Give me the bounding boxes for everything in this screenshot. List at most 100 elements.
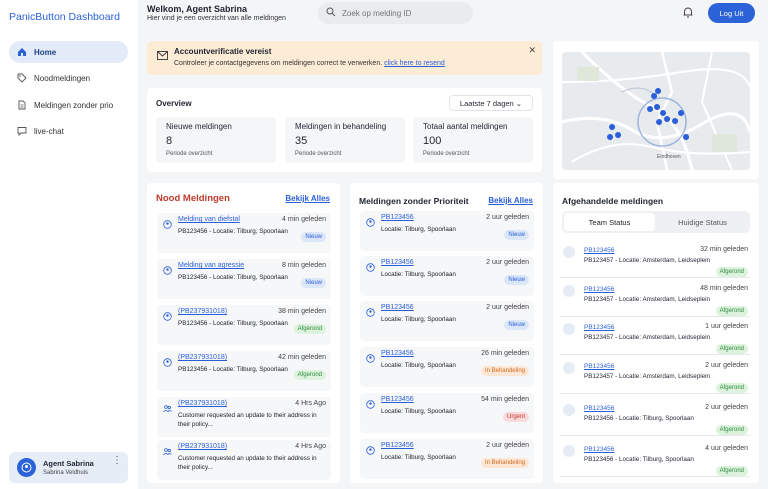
tab-team-status[interactable]: Team Status [564,213,655,231]
resend-link[interactable]: click here to resend [384,60,445,67]
stat-sub: Periode overzicht [295,151,342,157]
item-link[interactable]: PB123456 [584,247,614,254]
list-item[interactable]: PB123456 26 min geleden Locatie: Tilburg… [360,347,534,387]
avatar [563,404,575,416]
user-circle-icon [366,350,375,363]
alert-message: Controleer je contactgegevens om melding… [174,60,445,67]
list-item[interactable]: PB123456 2 uur geleden Locatie: Tilburg,… [360,211,534,251]
page-title: Welkom, Agent Sabrina [147,4,248,14]
item-link[interactable]: PB123456 [584,405,614,412]
item-time: 38 min geleden [278,308,326,315]
list-item[interactable]: PB123456 4 uur geleden PB123456 - Locati… [560,441,750,477]
item-link[interactable]: (PB237931018) [178,400,227,407]
bell-icon[interactable] [681,5,695,19]
item-time: 2 uur geleden [486,442,529,449]
status-badge: Afgerond [715,425,748,435]
sidebar-item-label: live-chat [34,126,64,136]
list-item[interactable]: Melding van agressie 8 min geleden PB123… [157,259,331,299]
status-badge: Nieuw [301,232,326,242]
search-bar[interactable] [318,2,473,24]
item-link[interactable]: (PB237931018) [178,443,227,450]
status-badge: Afgerond [715,383,748,393]
see-all-link[interactable]: Bekijk Alles [488,196,533,205]
stat-label: Nieuwe meldingen [166,122,232,131]
search-input[interactable] [342,8,462,18]
alert-message-text: Controleer je contactgegevens om melding… [174,60,383,67]
close-icon[interactable]: ✕ [528,45,536,56]
item-link[interactable]: PB123456 [584,446,614,453]
user-circle-icon [366,259,375,272]
sidebar-item-live-chat[interactable]: live-chat [9,120,128,142]
list-item[interactable]: PB123456 54 min geleden Locatie: Tilburg… [360,393,534,433]
item-link[interactable]: PB123456 [381,442,414,449]
item-link[interactable]: PB123456 [381,214,414,221]
list-item[interactable]: PB123456 2 uur geleden Locatie: Tilburg,… [360,301,534,341]
chevron-down-icon: ⌄ [515,98,523,108]
sidebar-item-noodmeldingen[interactable]: Noodmeldingen [9,67,128,89]
list-item[interactable]: (PB237931018) 38 min geleden PB123456 - … [157,305,331,345]
status-badge: Afgerond [715,466,748,476]
map[interactable]: Eindhoven [562,52,750,170]
section-title: Meldingen zonder Prioriteit [359,196,469,206]
item-link[interactable]: PB123456 [381,304,414,311]
section-title: Afgehandelde meldingen [562,196,664,206]
sidebar-item-label: Noodmeldingen [34,73,91,83]
avatar [563,445,575,457]
user-circle-icon [366,442,375,455]
item-desc: Locatie: Tilburg, Spoorlaan [381,226,456,233]
status-badge: Urgent [502,412,529,422]
more-vertical-icon[interactable]: ⋮ [112,456,122,466]
list-item[interactable]: PB123456 2 uur geleden Locatie: Tilburg,… [360,256,534,296]
avatar [563,285,575,297]
item-link[interactable]: PB123456 [584,286,614,293]
status-badge: Nieuw [504,320,529,330]
list-item[interactable]: PB123456 2 uur geleden PB123457 - Locati… [560,358,750,394]
item-link[interactable]: PB123456 [381,259,414,266]
list-item[interactable]: PB123456 32 min geleden PB123457 - Locat… [560,242,750,278]
item-link[interactable]: (PB237931018) [178,308,227,315]
overview-panel: Overview Laatste 7 dagen ⌄ Nieuwe meldin… [147,88,542,172]
period-select[interactable]: Laatste 7 dagen ⌄ [449,95,533,111]
item-desc: PB123456 - Locatie: Tilburg, Spoorlaan [178,274,288,281]
list-item[interactable]: (PB237931018) 4 Hrs Ago Customer request… [157,440,331,480]
item-link[interactable]: Melding van agressie [178,262,244,269]
item-desc: Locatie: Tilburg, Spoorlaan [381,316,456,323]
stat-value: 8 [166,135,173,147]
user-card[interactable]: Agent Sabrina Sabrina Veldhuis ⋮ [9,452,128,483]
users-icon [163,400,172,413]
item-time: 4 Hrs Ago [295,443,326,450]
status-badge: Afgerond [715,344,748,354]
list-item[interactable]: PB123456 2 uur geleden PB123456 - Locati… [560,400,750,436]
user-circle-icon [366,304,375,317]
item-link[interactable]: PB123456 [584,363,614,370]
item-link[interactable]: Melding van diefstal [178,216,240,223]
search-icon [326,4,336,22]
avatar [563,362,575,374]
item-desc: Locatie: Tilburg, Spoorlaan [381,454,456,461]
item-link[interactable]: PB123456 [381,396,414,403]
item-time: 2 uur geleden [705,404,748,411]
user-circle-icon [163,216,172,229]
users-icon [163,443,172,456]
item-time: 2 uur geleden [486,259,529,266]
sidebar-item-zonder-prio[interactable]: Meldingen zonder prio [9,94,128,116]
tab-huidige-status[interactable]: Huidige Status [657,213,748,231]
list-item[interactable]: Melding van diefstal 4 min geleden PB123… [157,213,331,253]
list-item[interactable]: (PB237931018) 4 Hrs Ago Customer request… [157,397,331,437]
logout-button[interactable]: Log Uit [708,3,755,23]
list-item[interactable]: PB123456 2 uur geleden Locatie: Tilburg,… [360,439,534,479]
list-item[interactable]: (PB237931018) 42 min geleden PB123456 - … [157,351,331,391]
see-all-link[interactable]: Bekijk Alles [285,194,330,203]
list-item[interactable]: PB123456 1 uur geleden PB123457 - Locati… [560,319,750,355]
avatar [563,246,575,258]
status-tabs: Team Status Huidige Status [562,211,750,233]
sidebar-item-home[interactable]: Home [9,41,128,63]
list-item[interactable]: PB123456 48 min geleden PB123457 - Locat… [560,281,750,317]
status-badge: Afgerond [293,324,326,334]
item-link[interactable]: PB123456 [381,350,414,357]
item-desc: PB123456 - Locatie: Tilburg, Spoorlaan [178,320,288,327]
item-link[interactable]: PB123456 [584,324,614,331]
stat-label: Totaal aantal meldingen [423,122,508,131]
item-link[interactable]: (PB237931018) [178,354,227,361]
user-circle-icon [366,396,375,409]
